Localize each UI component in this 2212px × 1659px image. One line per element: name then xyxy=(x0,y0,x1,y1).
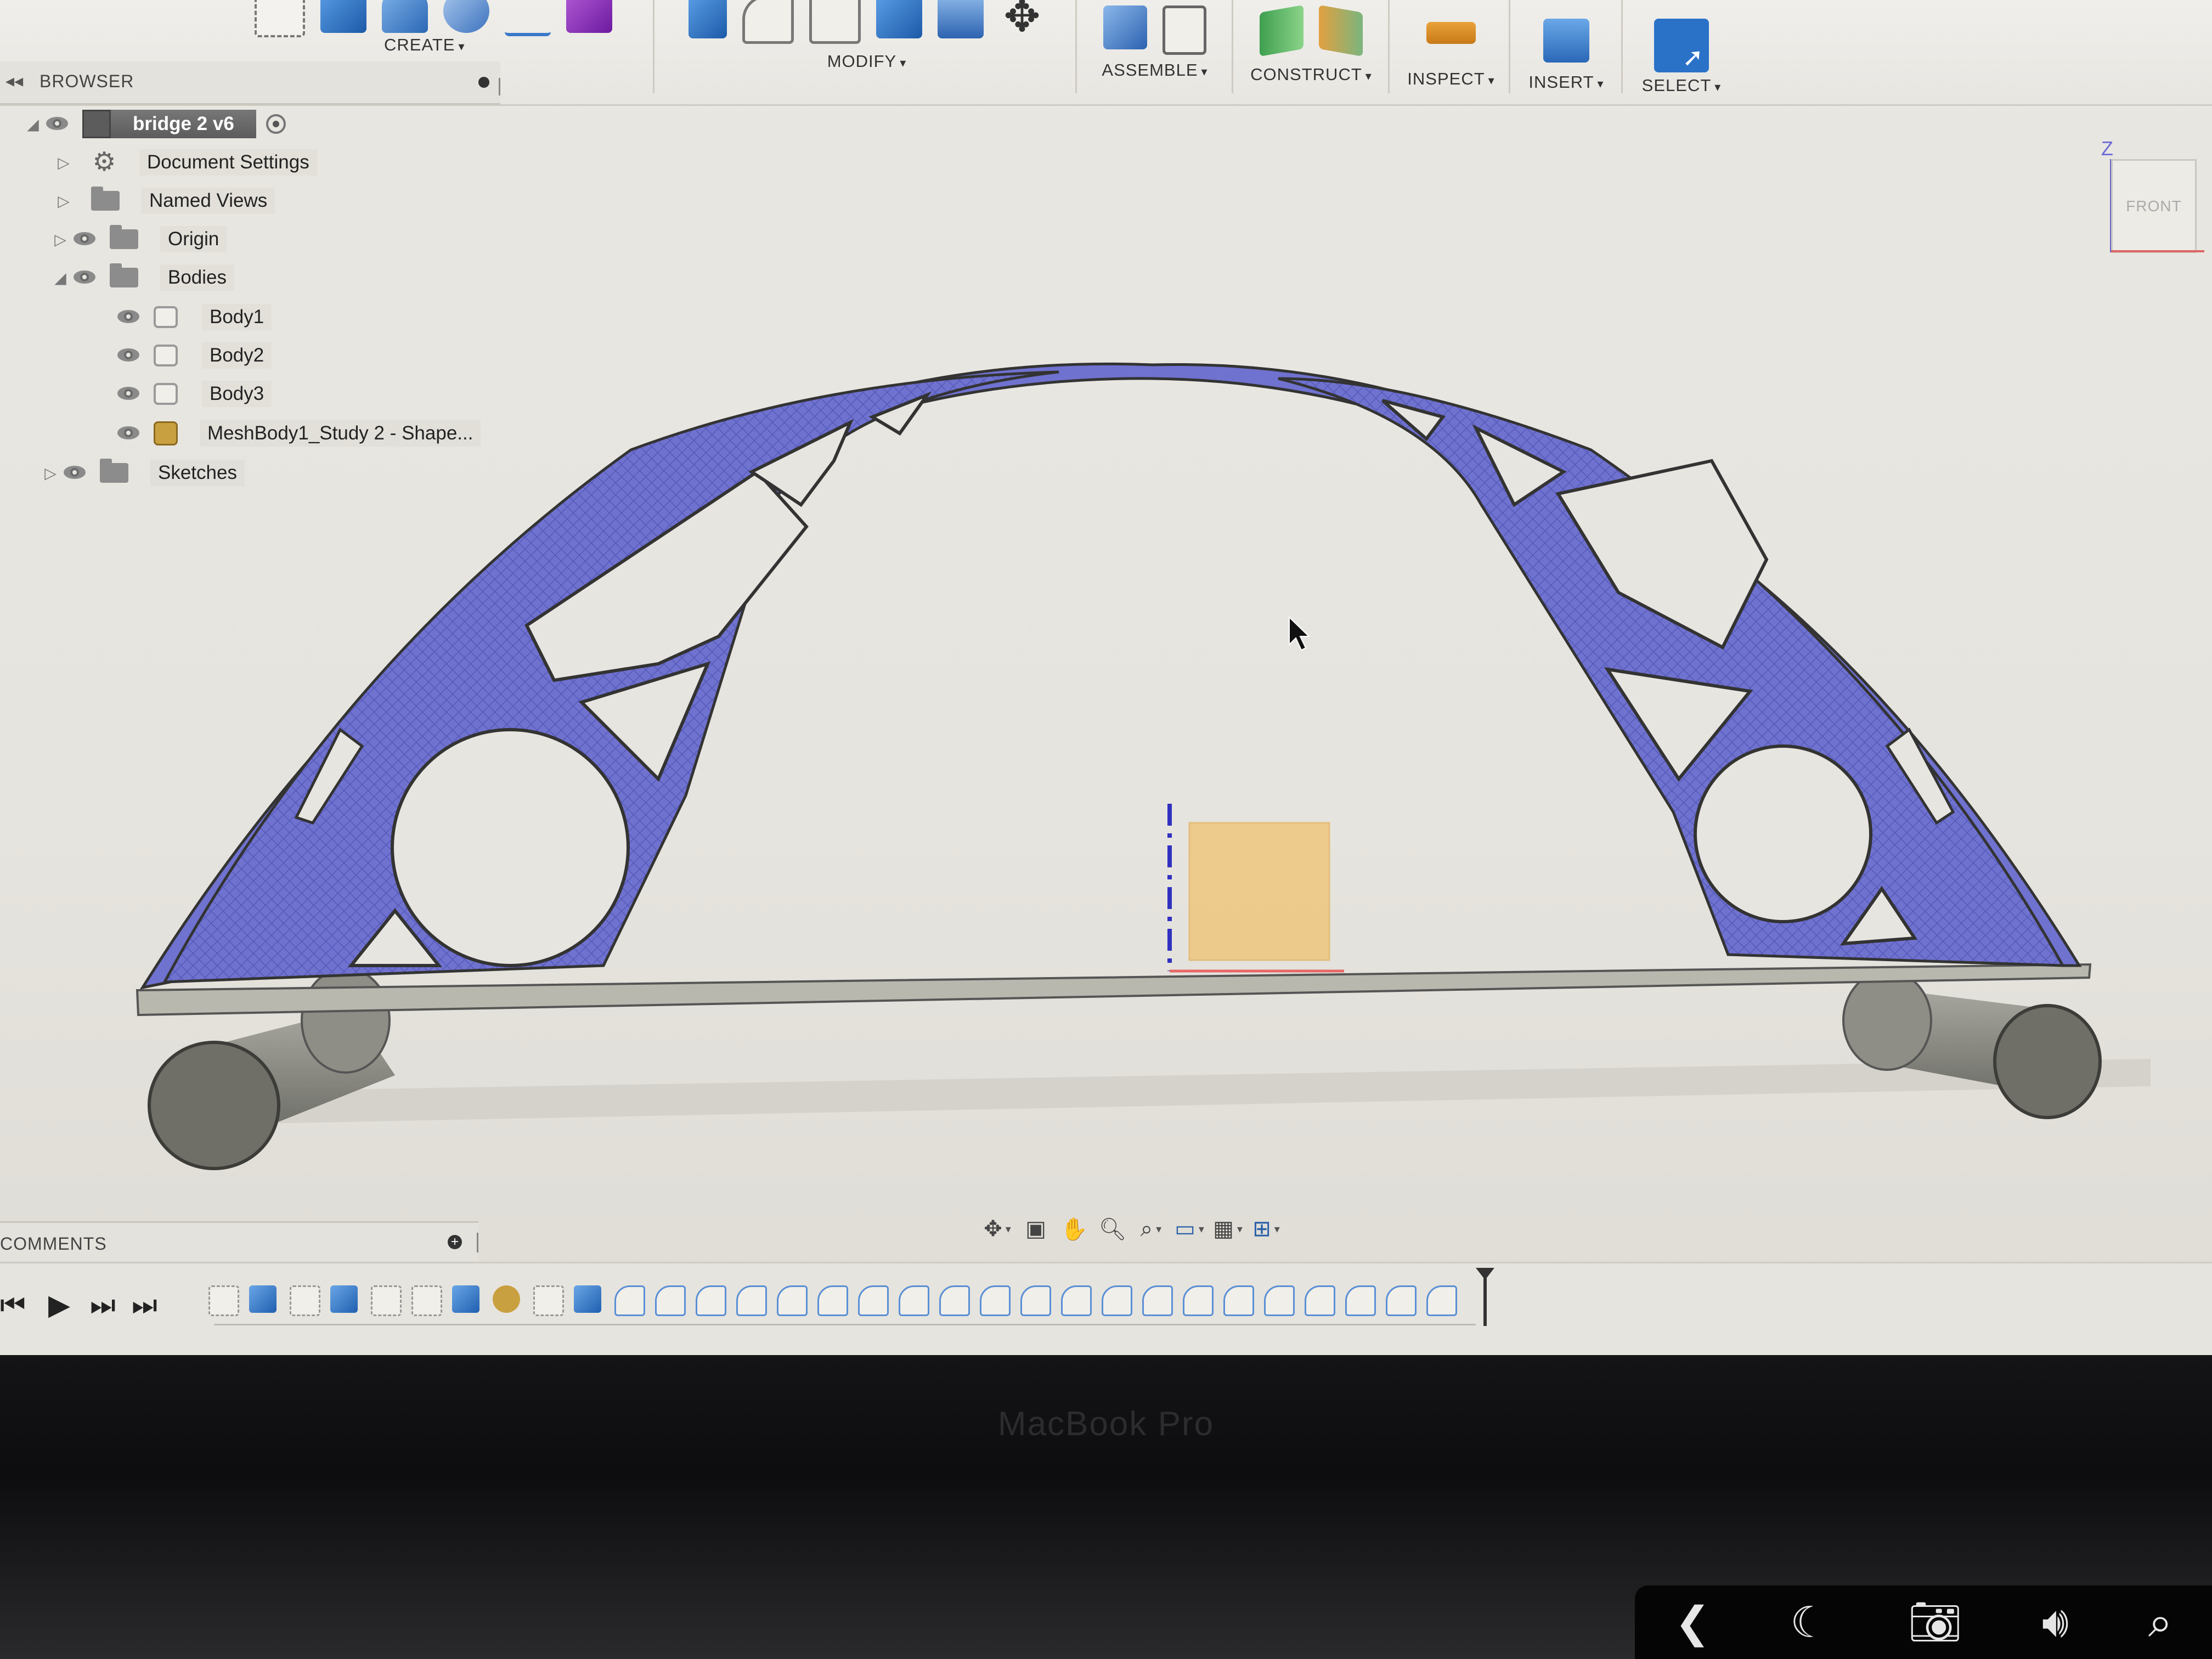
add-comment-icon[interactable]: + xyxy=(448,1235,462,1249)
timeline-marker[interactable] xyxy=(1476,1268,1494,1326)
orbit-icon: ✥ xyxy=(984,1217,1002,1241)
view-cube-front-face[interactable]: FRONT xyxy=(2111,159,2197,253)
fusion-window: CREATE ▾ ✥ MODIFY ▾ ASSEMBLE ▾ CONSTRUCT… xyxy=(0,0,2212,1355)
timeline-feature-fillet-icon[interactable] xyxy=(1305,1285,1335,1316)
timeline-feature-fillet-icon[interactable] xyxy=(1183,1285,1214,1316)
timeline-feature-fillet-icon[interactable] xyxy=(1061,1285,1092,1316)
camera-icon[interactable]: 📷︎ xyxy=(1908,1597,1962,1647)
look-at-icon: ▣ xyxy=(1025,1217,1046,1241)
display-settings-button[interactable]: ▭ ▾ xyxy=(1174,1214,1205,1244)
chevron-down-icon: ▾ xyxy=(1156,1223,1162,1235)
timeline-feature-fillet-icon[interactable] xyxy=(1020,1285,1051,1316)
timeline-feature-fillet-icon[interactable] xyxy=(1142,1285,1173,1316)
timeline: ⏮ ▶ ⏭ ⏭ xyxy=(0,1262,2212,1355)
timeline-feature-fillet-icon[interactable] xyxy=(777,1285,808,1316)
timeline-feature-fillet-icon[interactable] xyxy=(614,1285,645,1316)
display-icon: ▭ xyxy=(1175,1217,1195,1241)
step-forward-icon[interactable]: ⏭ xyxy=(90,1289,116,1322)
look-at-button[interactable]: ▣ xyxy=(1020,1214,1051,1244)
chevron-down-icon: ▾ xyxy=(1237,1223,1243,1235)
chevron-down-icon: ▾ xyxy=(1005,1223,1011,1235)
viewports-icon: ⊞ xyxy=(1252,1217,1271,1241)
chevron-left-icon[interactable]: ❮ xyxy=(1674,1598,1710,1647)
grid-icon: ▦ xyxy=(1213,1217,1234,1241)
pan-button[interactable]: ✋ xyxy=(1059,1214,1090,1244)
ground-shadow xyxy=(208,1059,2151,1125)
timeline-feature-sketch-icon[interactable] xyxy=(290,1285,320,1316)
timeline-feature-fillet-icon[interactable] xyxy=(899,1285,929,1316)
timeline-feature-fillet-icon[interactable] xyxy=(1386,1285,1417,1316)
chevron-down-icon: ▾ xyxy=(1274,1223,1280,1235)
orbit-button[interactable]: ✥ ▾ xyxy=(982,1214,1013,1244)
timeline-feature-fillet-icon[interactable] xyxy=(939,1285,970,1316)
fit-zoom-icon: ⌕ xyxy=(1140,1216,1153,1241)
z-axis-label: Z xyxy=(2101,137,2113,160)
go-to-start-icon[interactable]: ⏮ xyxy=(0,1289,26,1322)
timeline-track[interactable] xyxy=(208,1285,1492,1324)
timeline-feature-solid-icon[interactable] xyxy=(249,1285,276,1313)
timeline-feature-solid-icon[interactable] xyxy=(452,1285,479,1313)
viewport-canvas[interactable] xyxy=(0,0,2212,1262)
timeline-feature-sketch-icon[interactable] xyxy=(411,1285,442,1316)
timeline-feature-solid-icon[interactable] xyxy=(574,1285,601,1313)
search-icon[interactable]: ⌕ xyxy=(2148,1597,2172,1647)
viewports-button[interactable]: ⊞ ▾ xyxy=(1251,1214,1282,1244)
timeline-feature-fillet-icon[interactable] xyxy=(980,1285,1011,1316)
comments-title: COMMENTS xyxy=(0,1234,107,1254)
view-cube-x-axis xyxy=(2111,250,2204,252)
navigation-bar: ✥ ▾ ▣ ✋ 🔍︎ ⌕ ▾ ▭ ▾ ▦ ▾ ⊞ ▾ xyxy=(982,1207,1372,1251)
laptop-bezel: MacBook Pro ❮ ☾ 📷︎ 🔊︎ ⌕ xyxy=(0,1355,2212,1659)
timeline-feature-sketch-icon[interactable] xyxy=(533,1285,564,1316)
grid-settings-button[interactable]: ▦ ▾ xyxy=(1212,1214,1243,1244)
fit-button[interactable]: ⌕ ▾ xyxy=(1136,1214,1166,1244)
timeline-feature-fillet-icon[interactable] xyxy=(736,1285,767,1316)
timeline-feature-fillet-icon[interactable] xyxy=(1345,1285,1376,1316)
timeline-line xyxy=(214,1324,1476,1325)
comments-panel: COMMENTS + xyxy=(0,1221,478,1261)
timeline-feature-solid-icon[interactable] xyxy=(330,1285,358,1313)
timeline-feature-fillet-icon[interactable] xyxy=(1223,1285,1254,1316)
timeline-feature-fillet-icon[interactable] xyxy=(817,1285,848,1316)
right-roller[interactable] xyxy=(1842,970,2102,1119)
zoom-button[interactable]: 🔍︎ xyxy=(1097,1214,1128,1244)
timeline-feature-fillet-icon[interactable] xyxy=(858,1285,889,1316)
mesh-arch-body[interactable] xyxy=(139,362,2082,990)
play-icon[interactable]: ▶ xyxy=(48,1289,70,1322)
load-region-box[interactable] xyxy=(1188,822,1330,961)
timeline-feature-fillet-icon[interactable] xyxy=(1264,1285,1295,1316)
laptop-brand: MacBook Pro xyxy=(997,1405,1215,1443)
timeline-feature-fillet-icon[interactable] xyxy=(1102,1285,1132,1316)
moon-icon[interactable]: ☾ xyxy=(1790,1598,1829,1647)
pan-hand-icon: ✋ xyxy=(1060,1217,1088,1242)
timeline-feature-fillet-icon[interactable] xyxy=(1426,1285,1457,1316)
timeline-feature-sketch-icon[interactable] xyxy=(371,1285,402,1316)
timeline-feature-fillet-icon[interactable] xyxy=(655,1285,686,1316)
go-to-end-icon[interactable]: ⏭ xyxy=(132,1289,157,1322)
view-cube[interactable]: Z FRONT xyxy=(2096,137,2205,269)
touch-bar: ❮ ☾ 📷︎ 🔊︎ ⌕ xyxy=(1635,1585,2212,1659)
zoom-icon: 🔍︎ xyxy=(1098,1217,1127,1242)
panel-resize-handle[interactable] xyxy=(477,1233,478,1252)
volume-icon[interactable]: 🔊︎ xyxy=(2042,1597,2069,1647)
timeline-feature-fillet-icon[interactable] xyxy=(696,1285,726,1316)
timeline-feature-mesh-icon[interactable] xyxy=(493,1285,520,1313)
timeline-feature-sketch-icon[interactable] xyxy=(208,1285,239,1316)
mouse-cursor-icon xyxy=(1289,616,1311,651)
chevron-down-icon: ▾ xyxy=(1198,1223,1204,1235)
